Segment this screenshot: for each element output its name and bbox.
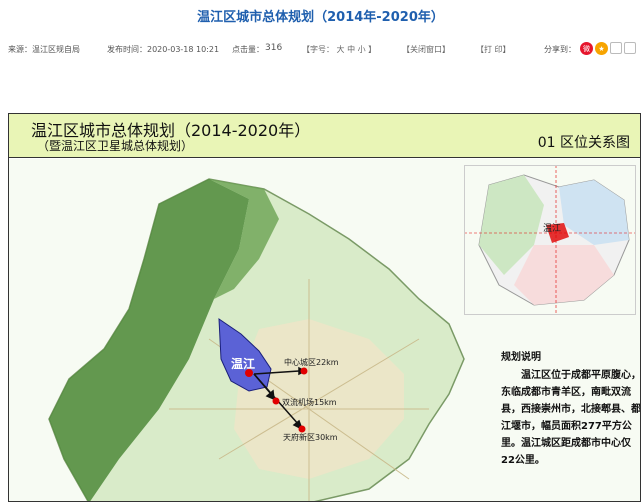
font-size-control[interactable]: 【字号： 大 中 小 】 xyxy=(302,44,376,55)
center-distance-label: 中心城区22km xyxy=(284,358,339,367)
poster-subtitle: （暨温江区卫星城总体规划） xyxy=(37,139,194,153)
location-map: 温江 温江 中心城区22km 双流机场15km 天府新区30km 规划说明 温江… xyxy=(9,159,641,501)
wechat-share-icon[interactable] xyxy=(610,42,622,54)
print-link[interactable]: 【打 印】 xyxy=(476,44,511,55)
description-body: 温江区位于成都平原腹心，东临成都市青羊区，南毗双流县，西接崇州市，北接郫县、都江… xyxy=(501,370,641,466)
hits-label: 点击量： xyxy=(232,45,264,54)
description-heading: 规划说明 xyxy=(501,352,541,363)
tianfu-distance-label: 天府新区30km xyxy=(283,433,338,442)
publish-time: 发布时间：2020-03-18 10:21 xyxy=(107,45,220,54)
source-text: 来源：温江区规自局 xyxy=(8,45,80,54)
hits-count: 316 xyxy=(265,43,283,53)
section-title: 01 区位关系图 xyxy=(537,135,630,151)
airport-marker xyxy=(272,397,280,405)
share-icons: 微 ★ xyxy=(580,42,636,55)
poster-header: 温江区城市总体规划（2014-2020年） （暨温江区卫星城总体规划） 01 区… xyxy=(9,114,640,158)
airport-distance-label: 双流机场15km xyxy=(282,398,337,407)
district-label: 温江 xyxy=(231,357,256,371)
center-marker xyxy=(300,367,308,375)
planning-description: 规划说明 温江区位于成都平原腹心，东临成都市青羊区，南毗双流县，西接崇州市，北接… xyxy=(501,349,641,469)
inset-map xyxy=(464,165,636,315)
close-window-link[interactable]: 【关闭窗口】 xyxy=(402,44,450,55)
article-meta-bar: 来源：温江区规自局 发布时间：2020-03-18 10:21 点击量： 316… xyxy=(0,40,641,60)
weibo-share-icon[interactable]: 微 xyxy=(580,42,593,55)
planning-poster: 温江区城市总体规划（2014-2020年） （暨温江区卫星城总体规划） 01 区… xyxy=(8,113,641,502)
share-label: 分享到： xyxy=(544,45,576,54)
qzone-share-icon[interactable]: ★ xyxy=(595,42,608,55)
page-title: 温江区城市总体规划（2014年-2020年） xyxy=(197,10,444,25)
more-share-icon[interactable] xyxy=(624,42,636,54)
inset-label: 温江 xyxy=(543,224,562,234)
